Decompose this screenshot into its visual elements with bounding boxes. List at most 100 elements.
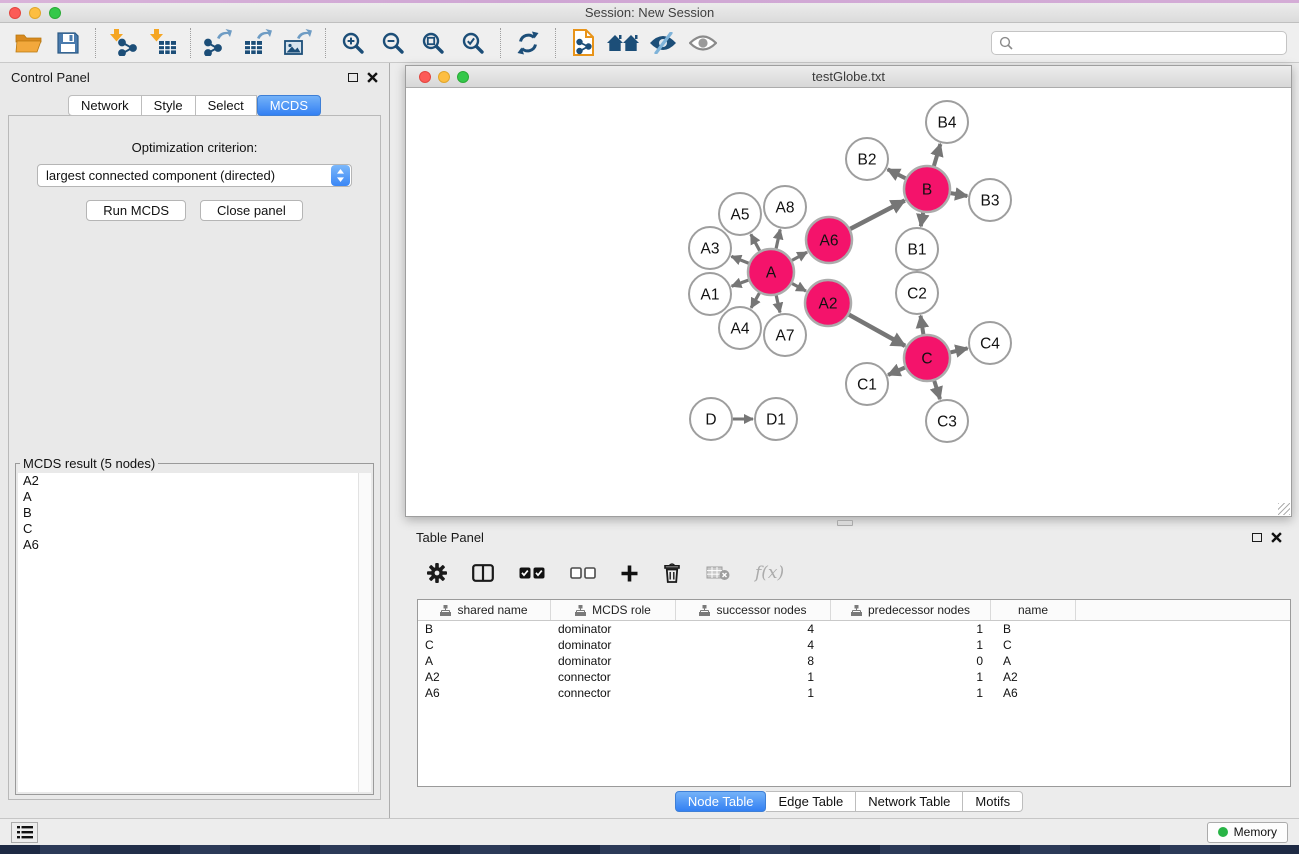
graph-node-B2[interactable]: B2 <box>846 138 888 180</box>
tab-motifs[interactable]: Motifs <box>963 791 1023 812</box>
graph-edge-B-B4[interactable] <box>934 144 941 166</box>
close-window-button[interactable] <box>9 7 21 19</box>
column-header-predecessor-nodes[interactable]: predecessor nodes <box>831 600 991 620</box>
close-panel-button[interactable]: Close panel <box>200 200 303 221</box>
select-all-button[interactable] <box>519 567 545 579</box>
cell-name[interactable]: A6 <box>991 685 1076 701</box>
cell-name[interactable]: B <box>991 621 1076 637</box>
mcds-result-item-a2[interactable]: A2 <box>18 473 371 489</box>
graph-node-C1[interactable]: C1 <box>846 363 888 405</box>
cell-MCDS-role[interactable]: connector <box>551 669 676 685</box>
network-zoom-button[interactable] <box>457 71 469 83</box>
zoom-in-button[interactable] <box>333 27 373 59</box>
graph-edge-B-B2[interactable] <box>888 169 906 178</box>
network-close-button[interactable] <box>419 71 431 83</box>
column-header-MCDS-role[interactable]: MCDS role <box>551 600 676 620</box>
graph-edge-C-C3[interactable] <box>934 381 940 399</box>
mcds-result-item-c[interactable]: C <box>18 521 371 537</box>
cell-predecessor-nodes[interactable]: 1 <box>831 669 991 685</box>
cell-shared-name[interactable]: A2 <box>418 669 551 685</box>
home-button[interactable] <box>603 27 643 59</box>
graph-node-A3[interactable]: A3 <box>689 227 731 269</box>
save-session-button[interactable] <box>48 27 88 59</box>
tab-node-table[interactable]: Node Table <box>675 791 767 812</box>
result-scrollbar[interactable] <box>358 473 371 792</box>
cell-MCDS-role[interactable]: connector <box>551 685 676 701</box>
graph-node-A7[interactable]: A7 <box>764 314 806 356</box>
cell-name[interactable]: A <box>991 653 1076 669</box>
graph-node-A1[interactable]: A1 <box>689 273 731 315</box>
column-header-name[interactable]: name <box>991 600 1076 620</box>
function-builder-button[interactable]: f(x) <box>755 563 784 583</box>
resize-grip[interactable] <box>1278 503 1290 515</box>
graph-node-C4[interactable]: C4 <box>969 322 1011 364</box>
table-row-c[interactable]: Cdominator41C <box>418 637 1290 653</box>
refresh-button[interactable] <box>508 27 548 59</box>
import-network-button[interactable] <box>103 27 143 59</box>
cell-MCDS-role[interactable]: dominator <box>551 653 676 669</box>
tab-network[interactable]: Network <box>68 95 142 116</box>
graph-node-A4[interactable]: A4 <box>719 307 761 349</box>
tab-network-table[interactable]: Network Table <box>856 791 963 812</box>
zoom-selected-button[interactable] <box>453 27 493 59</box>
graph-node-D1[interactable]: D1 <box>755 398 797 440</box>
cell-shared-name[interactable]: A <box>418 653 551 669</box>
cell-successor-nodes[interactable]: 4 <box>676 637 831 653</box>
float-panel-icon[interactable] <box>348 73 358 82</box>
graph-node-A[interactable]: A <box>748 249 794 295</box>
mcds-result-item-a6[interactable]: A6 <box>18 537 371 553</box>
graph-node-A6[interactable]: A6 <box>806 217 852 263</box>
table-row-b[interactable]: Bdominator41B <box>418 621 1290 637</box>
column-header-shared-name[interactable]: shared name <box>418 600 551 620</box>
cell-shared-name[interactable]: C <box>418 637 551 653</box>
cell-successor-nodes[interactable]: 8 <box>676 653 831 669</box>
columns-button[interactable] <box>472 564 494 582</box>
cell-shared-name[interactable]: A6 <box>418 685 551 701</box>
add-column-button[interactable] <box>621 565 638 582</box>
mcds-result-item-b[interactable]: B <box>18 505 371 521</box>
column-header-successor-nodes[interactable]: successor nodes <box>676 600 831 620</box>
tab-style[interactable]: Style <box>142 95 196 116</box>
search-input[interactable] <box>1013 34 1279 52</box>
criterion-select[interactable]: largest connected component (directed) <box>37 164 352 187</box>
graph-edge-A-A7[interactable] <box>776 295 780 312</box>
open-session-button[interactable] <box>8 27 48 59</box>
minimize-window-button[interactable] <box>29 7 41 19</box>
graph-edge-A-A4[interactable] <box>751 293 759 308</box>
zoom-out-button[interactable] <box>373 27 413 59</box>
mcds-result-item-a[interactable]: A <box>18 489 371 505</box>
float-table-panel-icon[interactable] <box>1252 533 1262 542</box>
tab-select[interactable]: Select <box>196 95 257 116</box>
graph-edge-A-A8[interactable] <box>776 230 780 249</box>
zoom-fit-button[interactable] <box>413 27 453 59</box>
table-row-a6[interactable]: A6connector11A6 <box>418 685 1290 701</box>
tab-mcds[interactable]: MCDS <box>257 95 321 116</box>
task-history-button[interactable] <box>11 822 38 843</box>
graph-edge-A-A1[interactable] <box>732 280 749 286</box>
memory-button[interactable]: Memory <box>1207 822 1288 843</box>
graph-edge-C-C2[interactable] <box>921 316 924 335</box>
gear-button[interactable] <box>427 563 447 583</box>
graph-node-C[interactable]: C <box>904 335 950 381</box>
export-network-button[interactable] <box>198 27 238 59</box>
table-row-a2[interactable]: A2connector11A2 <box>418 669 1290 685</box>
hide-selected-button[interactable] <box>643 27 683 59</box>
close-panel-icon[interactable] <box>367 72 378 83</box>
export-table-button[interactable] <box>238 27 278 59</box>
cell-MCDS-role[interactable]: dominator <box>551 637 676 653</box>
graph-node-A8[interactable]: A8 <box>764 186 806 228</box>
cell-predecessor-nodes[interactable]: 1 <box>831 621 991 637</box>
cell-name[interactable]: A2 <box>991 669 1076 685</box>
cell-predecessor-nodes[interactable]: 1 <box>831 637 991 653</box>
graph-node-B4[interactable]: B4 <box>926 101 968 143</box>
cell-predecessor-nodes[interactable]: 0 <box>831 653 991 669</box>
zoom-window-button[interactable] <box>49 7 61 19</box>
graph-edge-A-A5[interactable] <box>751 234 760 251</box>
graph-node-B[interactable]: B <box>904 166 950 212</box>
delete-button[interactable] <box>663 563 681 583</box>
graph-edge-A2-C[interactable] <box>849 315 905 346</box>
cell-predecessor-nodes[interactable]: 1 <box>831 685 991 701</box>
graph-edge-C-C1[interactable] <box>888 368 905 375</box>
graph-node-C2[interactable]: C2 <box>896 272 938 314</box>
show-all-button[interactable] <box>683 27 723 59</box>
